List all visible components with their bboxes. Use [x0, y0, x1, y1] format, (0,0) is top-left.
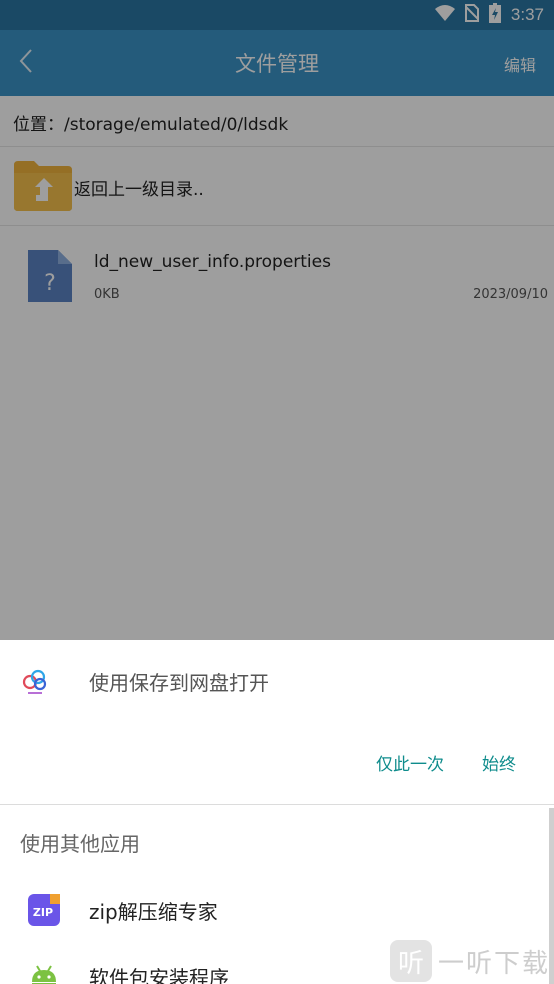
watermark-logo-icon: 听	[389, 940, 432, 982]
app-name: zip解压缩专家	[89, 900, 218, 924]
android-icon	[28, 960, 60, 984]
default-app-row[interactable]: 使用保存到网盘打开	[0, 640, 554, 722]
divider	[0, 804, 554, 805]
screen: 3:37 文件管理 编辑 位置：/storage/emulated/0/ldsd…	[0, 0, 554, 984]
app-name: 软件包安装程序	[89, 966, 229, 984]
open-with-sheet: 使用保存到网盘打开 仅此一次 始终 使用其他应用 ZIP zip解压缩专家 软件…	[0, 640, 554, 984]
just-once-button[interactable]: 仅此一次	[376, 748, 444, 777]
svg-text:ZIP: ZIP	[33, 906, 53, 919]
other-apps-header: 使用其他应用	[20, 832, 140, 856]
watermark: 听 一听下载	[389, 940, 550, 982]
always-button[interactable]: 始终	[482, 748, 516, 777]
zip-icon: ZIP	[28, 894, 60, 926]
cloud-drive-icon	[20, 665, 50, 695]
chooser-actions: 仅此一次 始终	[376, 748, 554, 777]
watermark-text: 一听下载	[437, 948, 550, 979]
default-app-label: 使用保存到网盘打开	[89, 671, 269, 695]
app-item-zip[interactable]: ZIP zip解压缩专家	[0, 876, 554, 942]
